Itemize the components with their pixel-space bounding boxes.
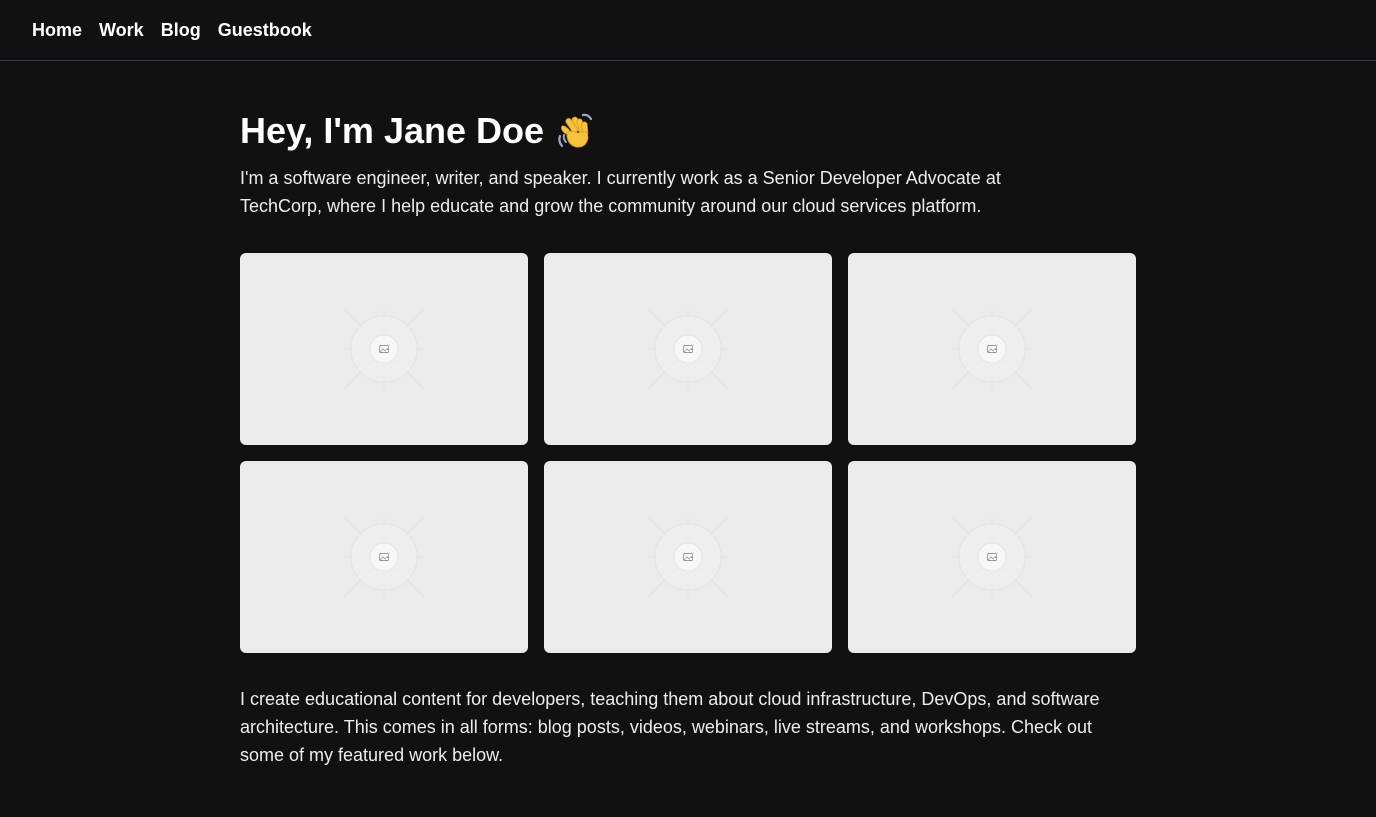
outro-paragraph: I create educational content for develop…	[240, 689, 1100, 765]
nav-link-blog[interactable]: Blog	[161, 20, 201, 41]
nav-link-guestbook[interactable]: Guestbook	[218, 20, 312, 41]
gallery-image-placeholder	[848, 461, 1136, 653]
gallery-image-placeholder	[848, 253, 1136, 445]
image-placeholder-icon	[344, 309, 424, 389]
image-placeholder-icon	[952, 309, 1032, 389]
gallery-image-placeholder	[240, 461, 528, 653]
image-gallery	[240, 253, 1136, 653]
image-placeholder-icon	[344, 517, 424, 597]
page-heading: Hey, I'm Jane Doe	[240, 109, 1136, 153]
intro-paragraph: I'm a software engineer, writer, and spe…	[240, 168, 1001, 216]
nav-link-home[interactable]: Home	[32, 20, 82, 41]
main-content: Hey, I'm Jane Doe I'm a software enginee…	[240, 61, 1136, 769]
gallery-image-placeholder	[544, 461, 832, 653]
waving-hand-icon	[554, 110, 596, 152]
image-placeholder-icon	[952, 517, 1032, 597]
gallery-image-placeholder	[544, 253, 832, 445]
gallery-image-placeholder	[240, 253, 528, 445]
page-title: Hey, I'm Jane Doe	[240, 110, 545, 151]
top-navigation: Home Work Blog Guestbook	[0, 0, 1376, 61]
image-placeholder-icon	[648, 517, 728, 597]
nav-link-work[interactable]: Work	[99, 20, 144, 41]
image-placeholder-icon	[648, 309, 728, 389]
